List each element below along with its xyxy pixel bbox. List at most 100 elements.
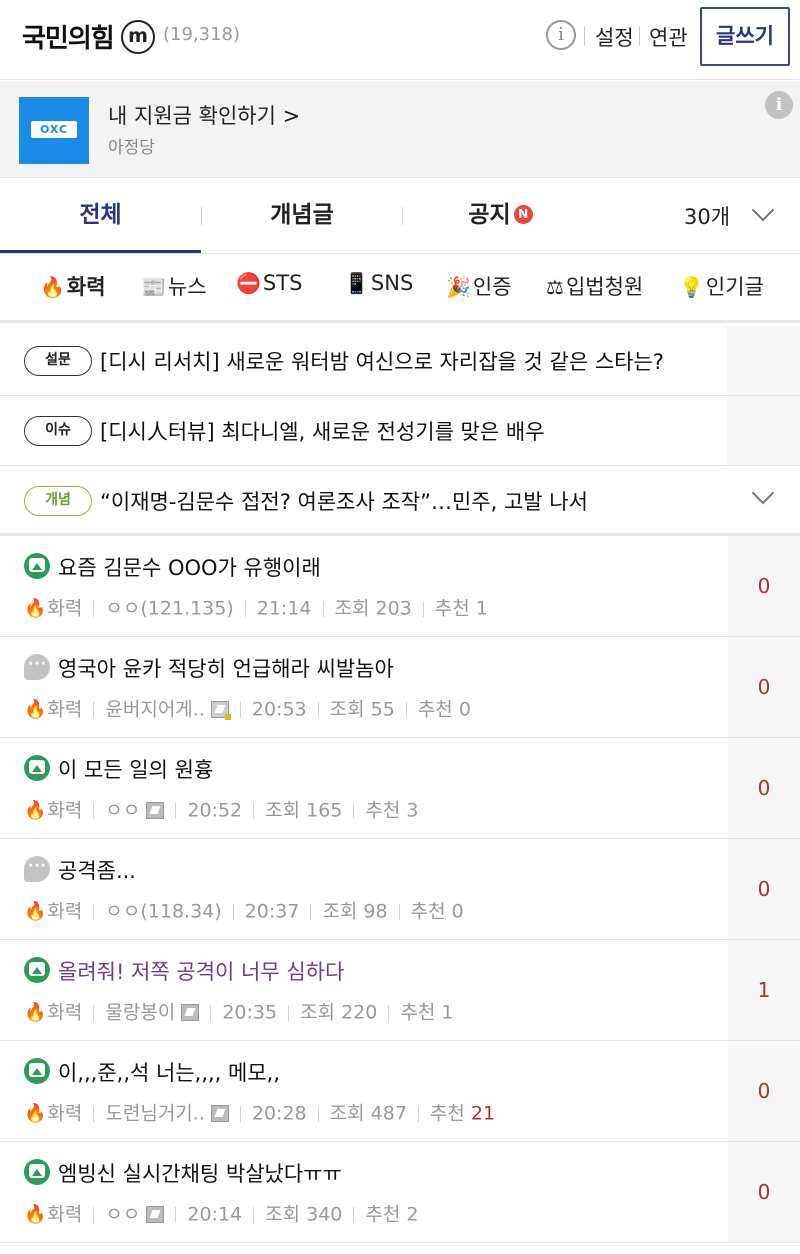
post-time: 20:53 [251,698,307,721]
post-reco-label: 추천 [417,698,453,721]
post-author[interactable]: ㅇㅇ(118.34) [105,901,221,923]
fixed-nick-icon [181,1004,200,1021]
post-time: 20:37 [244,900,300,923]
post-author[interactable]: ㅇㅇ(121.135) [105,598,233,620]
write-post-button[interactable]: 글쓰기 [700,7,790,66]
post-title[interactable]: 엠빙신 실시간채팅 박살났다ㅠㅠ [58,1158,342,1188]
fire-icon: 🔥 [24,1203,47,1225]
post-row[interactable]: 요즘 김문수 OOO가 유행이래 🔥화력 ㅇㅇ(121.135) 21:14 조회 2… [0,536,800,637]
post-category: 화력 [47,1203,83,1226]
post-meta: 🔥화력 윤버지어게.. 20:53 조회 55 추천 0 [24,695,471,723]
notice-side-area [726,396,800,465]
post-author[interactable]: 물랑봉이 [105,1002,175,1024]
list-count-select[interactable]: 30개 [684,201,730,231]
ad-title[interactable]: 내 지원금 확인하기 > [108,100,300,130]
notice-title[interactable]: [디시 리서치] 새로운 워터밤 여신으로 자리잡을 것 같은 스타는? [100,346,664,376]
post-views: 조회 203 [334,597,412,620]
post-row[interactable]: 엠빙신 실시간채팅 박살났다ㅠㅠ 🔥화력 ㅇㅇ 20:14 조회 340 추천 2 0 [0,1142,800,1243]
category-popular[interactable]: 💡인기글 [679,271,764,301]
fire-icon: 🔥 [24,1001,47,1023]
post-title[interactable]: 이,,,준,,석 너는,,,, 메모,, [58,1057,280,1087]
post-reco-label: 추천 [365,799,401,822]
comment-count[interactable]: 0 [728,536,800,636]
tab-concept[interactable]: 개념글 [202,179,402,253]
text-post-icon [24,856,50,882]
post-author[interactable]: 윤버지어게.. [105,699,204,721]
post-reco: 0 [458,698,471,721]
category-sns[interactable]: 📱SNS [344,271,413,295]
post-category: 화력 [47,1102,83,1125]
category-fire[interactable]: 🔥화력 [40,271,106,301]
post-title[interactable]: 이 모든 일의 원흉 [58,754,213,784]
post-author[interactable]: ㅇㅇ [105,1204,140,1226]
category-petition[interactable]: ⚖입법청원 [546,271,643,301]
post-row[interactable]: 올려줘! 저쪽 공격이 너무 심하다 🔥화력 물랑봉이 20:35 조회 220 추천 … [0,940,800,1041]
ad-banner[interactable]: OXC 내 지원금 확인하기 > 아정당 i [0,81,800,178]
comment-count[interactable]: 0 [728,738,800,838]
post-title[interactable]: 요즘 김문수 OOO가 유행이래 [58,552,321,582]
post-meta: 🔥화력 ㅇㅇ(118.34) 20:37 조회 98 추천 0 [24,897,464,925]
tab-notice[interactable]: 공지 N [403,179,598,253]
notice-tag: 이슈 [24,416,92,446]
image-post-icon [24,755,50,781]
party-popper-icon: 🎉 [446,275,471,299]
post-title[interactable]: 공격좀... [58,855,136,885]
post-reco-label: 추천 [429,1102,465,1125]
info-icon[interactable]: i [546,20,576,50]
category-verify[interactable]: 🎉인증 [446,271,512,301]
fire-icon: 🔥 [24,698,47,720]
notice-row[interactable]: 이슈 [디시人터뷰] 최다니엘, 새로운 전성기를 맞은 배우 [0,396,800,466]
post-row[interactable]: 이 모든 일의 원흉 🔥화력 ㅇㅇ 20:52 조회 165 추천 3 0 [0,738,800,839]
post-views: 조회 165 [265,799,343,822]
notice-title[interactable]: [디시人터뷰] 최다니엘, 새로운 전성기를 맞은 배우 [100,416,545,446]
comment-count[interactable]: 1 [728,940,800,1040]
post-reco-label: 추천 [400,1001,436,1024]
post-views: 조회 98 [322,900,388,923]
category-label: 인증 [472,275,512,299]
post-title[interactable]: 올려줘! 저쪽 공격이 너무 심하다 [58,956,344,986]
post-time: 20:14 [187,1203,243,1226]
post-reco: 0 [451,900,464,923]
post-category: 화력 [47,698,83,721]
header-divider [639,26,640,46]
comment-count[interactable]: 0 [728,637,800,737]
post-views: 조회 487 [329,1102,407,1125]
comment-count[interactable]: 0 [728,1041,800,1141]
post-reco: 1 [475,597,488,620]
notice-side-area [726,326,800,395]
scales-icon: ⚖ [546,275,564,299]
post-time: 20:52 [187,799,243,822]
chevron-down-icon[interactable] [751,481,775,505]
post-author[interactable]: ㅇㅇ [105,800,140,822]
image-post-icon [24,1058,50,1084]
post-views: 조회 220 [300,1001,378,1024]
post-row[interactable]: 이,,,준,,석 너는,,,, 메모,, 🔥화력 도련님거기.. 20:28 조회 4… [0,1041,800,1142]
comment-count[interactable]: 0 [728,1142,800,1242]
notice-row[interactable]: 개념 “이재명-김문수 접전? 여론조사 조작”…민주, 고발 나서 [0,466,800,536]
ad-info-icon[interactable]: i [765,91,793,119]
related-link[interactable]: 연관 [649,22,688,52]
tab-all[interactable]: 전체 [0,179,201,253]
notice-title[interactable]: “이재명-김문수 접전? 여론조사 조작”…민주, 고발 나서 [100,486,588,516]
no-entry-icon: ⛔ [236,271,261,295]
settings-link[interactable]: 설정 [595,22,634,52]
post-reco: 3 [406,799,419,822]
post-category: 화력 [47,799,83,822]
post-row[interactable]: 공격좀... 🔥화력 ㅇㅇ(118.34) 20:37 조회 98 추천 0 0 [0,839,800,940]
chevron-down-icon[interactable] [751,198,775,222]
phone-icon: 📱 [344,271,369,295]
ad-advertiser: 아정당 [108,138,155,158]
ad-logo-text: OXC [31,121,77,138]
post-title[interactable]: 영국아 윤카 적당히 언급해라 씨발놈아 [58,653,394,683]
category-news[interactable]: 📰뉴스 [141,271,207,301]
notice-tag: 설문 [24,346,92,376]
gallery-title[interactable]: 국민의힘 [22,18,115,55]
post-reco: 1 [441,1001,454,1024]
comment-count[interactable]: 0 [728,839,800,939]
post-author[interactable]: 도련님거기.. [105,1103,204,1125]
notice-row[interactable]: 설문 [디시 리서치] 새로운 워터밤 여신으로 자리잡을 것 같은 스타는? [0,326,800,396]
category-sts[interactable]: ⛔STS [236,271,302,295]
category-label: SNS [370,271,414,295]
post-row[interactable]: 영국아 윤카 적당히 언급해라 씨발놈아 🔥화력 윤버지어게.. 20:53 조회 5… [0,637,800,738]
fixed-nick-icon [146,802,165,819]
